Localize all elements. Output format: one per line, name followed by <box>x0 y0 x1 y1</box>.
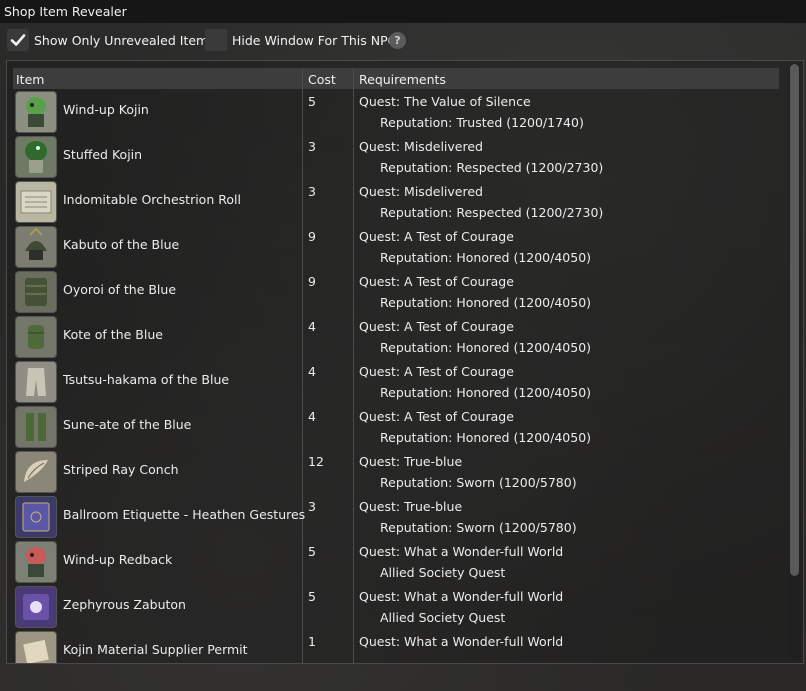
kojin-minion-icon <box>15 91 57 133</box>
item-name: Sune-ate of the Blue <box>63 417 192 432</box>
secondary-requirement: Reputation: Honored (1200/4050) <box>380 430 592 445</box>
redback-minion-icon <box>15 541 57 583</box>
quest-requirement: Quest: The Value of Silence <box>359 94 531 109</box>
show-only-unrevealed-label[interactable]: Show Only Unrevealed Items <box>34 33 215 48</box>
quest-requirement: Quest: A Test of Courage <box>359 364 514 379</box>
greaves-icon <box>15 406 57 448</box>
item-name: Stuffed Kojin <box>63 147 143 162</box>
table-header: Item Cost Requirements <box>13 68 779 89</box>
quest-requirement: Quest: Misdelivered <box>359 139 483 154</box>
secondary-requirement: Reputation: Honored (1200/4050) <box>380 385 592 400</box>
conch-icon <box>15 451 57 493</box>
item-cost: 5 <box>308 589 316 604</box>
options-toolbar: Show Only Unrevealed Items Hide Window F… <box>0 28 806 56</box>
quest-requirement: Quest: A Test of Courage <box>359 319 514 334</box>
quest-requirement: Quest: True-blue <box>359 499 463 514</box>
table-row[interactable]: Wind-up Kojin 5 Quest: The Value of Silenc… <box>13 89 779 134</box>
shop-items-table: Item Cost Requirements Wind-up Kojin 5 Que… <box>6 60 804 664</box>
table-row[interactable]: Wind-up Redback 5 Quest: What a Wonder-ful… <box>13 539 779 584</box>
column-header-requirements[interactable]: Requirements <box>359 72 446 87</box>
window-title-bar[interactable]: Shop Item Revealer <box>0 0 806 23</box>
table-row[interactable]: Kote of the Blue 4 Quest: A Test of Courag… <box>13 314 779 359</box>
zabuton-icon <box>15 586 57 628</box>
trousers-icon <box>15 361 57 403</box>
column-header-item[interactable]: Item <box>16 72 44 87</box>
item-name: Oyoroi of the Blue <box>63 282 177 297</box>
table-row[interactable]: Tsutsu-hakama of the Blue 4 Quest: A Test … <box>13 359 779 404</box>
item-name: Indomitable Orchestrion Roll <box>63 192 241 207</box>
quest-requirement: Quest: A Test of Courage <box>359 274 514 289</box>
secondary-requirement: Reputation: Sworn (1200/5780) <box>380 520 577 535</box>
table-row[interactable]: Sune-ate of the Blue 4 Quest: A Test of Co… <box>13 404 779 449</box>
secondary-requirement: Reputation: Sworn (1200/5780) <box>380 475 577 490</box>
secondary-requirement: Reputation: Respected (1200/2730) <box>380 205 604 220</box>
item-cost: 4 <box>308 319 316 334</box>
item-cost: 9 <box>308 229 316 244</box>
scrollbar-thumb[interactable] <box>790 64 799 576</box>
table-row[interactable]: Kojin Material Supplier Permit 1 Quest: Wh… <box>13 629 779 663</box>
item-cost: 12 <box>308 454 324 469</box>
table-row[interactable]: Zephyrous Zabuton 5 Quest: What a Wonder-f… <box>13 584 779 629</box>
secondary-requirement: Reputation: Honored (1200/4050) <box>380 250 592 265</box>
secondary-requirement: Reputation: Trusted (1200/1740) <box>380 115 584 130</box>
quest-requirement: Quest: A Test of Courage <box>359 409 514 424</box>
item-cost: 4 <box>308 409 316 424</box>
orchestrion-roll-icon <box>15 181 57 223</box>
hide-window-for-npc-label[interactable]: Hide Window For This NPC <box>232 33 396 48</box>
quest-requirement: Quest: What a Wonder-full World <box>359 634 564 649</box>
secondary-requirement: Reputation: Honored (1200/4050) <box>380 295 592 310</box>
vertical-scrollbar[interactable] <box>789 63 800 659</box>
table-row[interactable]: Striped Ray Conch 12 Quest: True-blue Reput… <box>13 449 779 494</box>
item-cost: 4 <box>308 364 316 379</box>
permit-scroll-icon <box>15 631 57 663</box>
secondary-requirement: Reputation: Respected (1200/2730) <box>380 160 604 175</box>
table-row[interactable]: Indomitable Orchestrion Roll 3 Quest: Misd… <box>13 179 779 224</box>
item-name: Kote of the Blue <box>63 327 163 342</box>
checkmark-icon <box>10 34 26 46</box>
item-name: Wind-up Redback <box>63 552 173 567</box>
table-row[interactable]: Ballroom Etiquette - Heathen Gestures 3 Qu… <box>13 494 779 539</box>
quest-requirement: Quest: Misdelivered <box>359 184 483 199</box>
hide-window-for-npc-checkbox[interactable] <box>205 29 227 51</box>
column-header-cost[interactable]: Cost <box>308 72 336 87</box>
window-title: Shop Item Revealer <box>4 4 127 19</box>
quest-requirement: Quest: A Test of Courage <box>359 229 514 244</box>
secondary-requirement: Allied Society Quest <box>380 610 506 625</box>
helmet-icon <box>15 226 57 268</box>
secondary-requirement: Allied Society Quest <box>380 565 506 580</box>
item-name: Ballroom Etiquette - Heathen Gestures <box>63 507 306 522</box>
quest-requirement: Quest: What a Wonder-full World <box>359 544 564 559</box>
quest-requirement: Quest: True-blue <box>359 454 463 469</box>
table-row[interactable]: Stuffed Kojin 3 Quest: Misdelivered Reputat… <box>13 134 779 179</box>
item-cost: 5 <box>308 544 316 559</box>
show-only-unrevealed-checkbox[interactable] <box>7 29 29 51</box>
table-row[interactable]: Oyoroi of the Blue 9 Quest: A Test of Cour… <box>13 269 779 314</box>
item-cost: 5 <box>308 94 316 109</box>
item-cost: 9 <box>308 274 316 289</box>
item-name: Tsutsu-hakama of the Blue <box>63 372 230 387</box>
item-cost: 3 <box>308 184 316 199</box>
help-icon[interactable]: ? <box>389 32 406 49</box>
gauntlets-icon <box>15 316 57 358</box>
item-name: Wind-up Kojin <box>63 102 149 117</box>
item-name: Kojin Material Supplier Permit <box>63 642 248 657</box>
item-cost: 1 <box>308 634 316 649</box>
item-cost: 3 <box>308 499 316 514</box>
quest-requirement: Quest: What a Wonder-full World <box>359 589 564 604</box>
table-row[interactable]: Kabuto of the Blue 9 Quest: A Test of Cour… <box>13 224 779 269</box>
item-cost: 3 <box>308 139 316 154</box>
secondary-requirement: Reputation: Honored (1200/4050) <box>380 340 592 355</box>
item-name: Striped Ray Conch <box>63 462 179 477</box>
item-name: Zephyrous Zabuton <box>63 597 186 612</box>
book-icon <box>15 496 57 538</box>
stuffed-kojin-icon <box>15 136 57 178</box>
armor-icon <box>15 271 57 313</box>
item-name: Kabuto of the Blue <box>63 237 180 252</box>
